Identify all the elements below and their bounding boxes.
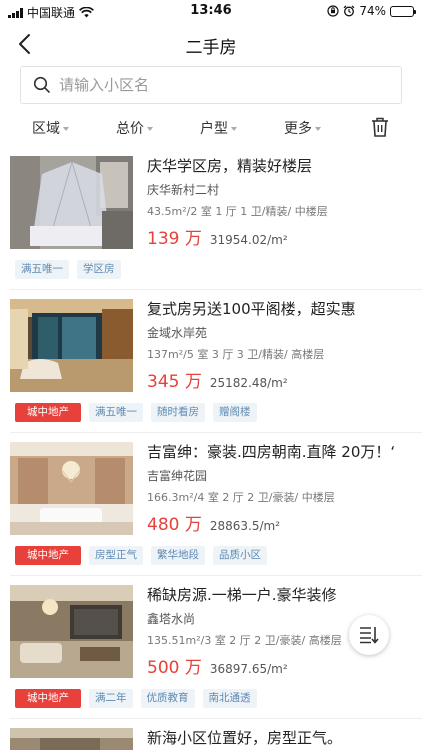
battery-icon bbox=[390, 5, 416, 17]
bedroom-photo bbox=[10, 156, 133, 249]
listing-price-row: 480 万 28863.5/m² bbox=[147, 510, 280, 535]
dropdown-arrow-icon bbox=[63, 127, 69, 131]
agency-tag: 城中地产 bbox=[15, 403, 81, 422]
divider bbox=[10, 289, 422, 290]
listing-tag: 南北通透 bbox=[202, 689, 257, 708]
filter-layout[interactable]: 户型 bbox=[200, 118, 237, 138]
listing-price: 500 万 bbox=[147, 658, 202, 678]
listing-photo bbox=[10, 156, 133, 249]
filter-bar: 区域 总价 户型 更多 bbox=[0, 112, 422, 142]
listing-tag: 繁华地段 bbox=[151, 546, 205, 565]
listing-info: 137m²/5 室 3 厅 3 卫/精装/ 高楼层 bbox=[147, 348, 325, 361]
listing-photo bbox=[10, 299, 133, 392]
listing-tag: 赠阁楼 bbox=[213, 403, 257, 422]
listing-tag: 随时看房 bbox=[151, 403, 205, 422]
living-room-photo bbox=[10, 442, 133, 535]
status-right: 74% bbox=[327, 4, 416, 18]
living-room-photo bbox=[10, 299, 133, 392]
dropdown-arrow-icon bbox=[315, 127, 321, 131]
listing-title: 新海小区位置好，房型正气。 bbox=[147, 729, 343, 747]
battery-percent: 74% bbox=[359, 4, 386, 18]
search-box[interactable] bbox=[20, 66, 402, 104]
listing-info: 135.51m²/3 室 2 厅 2 卫/豪装/ 高楼层 bbox=[147, 634, 342, 647]
listing-title: 复式房另送100平阁楼，超实惠 bbox=[147, 300, 356, 318]
listing-tag: 学区房 bbox=[77, 260, 121, 279]
room-photo bbox=[10, 728, 133, 750]
listing-tag: 优质教育 bbox=[140, 689, 195, 708]
listing-title: 稀缺房源.一梯一户.豪华装修 bbox=[147, 586, 337, 604]
filter-district[interactable]: 区域 bbox=[32, 118, 69, 138]
sort-icon bbox=[360, 627, 379, 644]
agency-tag: 城中地产 bbox=[15, 546, 81, 565]
sort-button[interactable] bbox=[349, 615, 389, 655]
filter-price-label: 总价 bbox=[116, 121, 144, 137]
listing-tag: 品质小区 bbox=[213, 546, 267, 565]
alarm-icon bbox=[343, 5, 355, 17]
listing-photo bbox=[10, 442, 133, 535]
listing-title: 庆华学区房，精装好楼层 bbox=[147, 157, 313, 175]
listing-tag: 满五唯一 bbox=[15, 260, 69, 279]
listing-photo bbox=[10, 585, 133, 678]
listing-community: 吉富绅花园 bbox=[147, 469, 208, 483]
listing-tags: 城中地产 房型正气 繁华地段 品质小区 bbox=[15, 546, 267, 565]
dropdown-arrow-icon bbox=[147, 127, 153, 131]
listing-community: 鑫塔水尚 bbox=[147, 612, 196, 626]
page-title: 二手房 bbox=[185, 38, 237, 58]
listing-info: 166.3m²/4 室 2 厅 2 卫/豪装/ 中楼层 bbox=[147, 491, 335, 504]
divider bbox=[10, 718, 422, 719]
listing-price-row: 500 万 36897.65/m² bbox=[147, 653, 288, 678]
listing-tags: 城中地产 满五唯一 随时看房 赠阁楼 bbox=[15, 403, 257, 422]
listing-photo bbox=[10, 728, 133, 750]
living-room-photo bbox=[10, 585, 133, 678]
listing-community: 金域水岸苑 bbox=[147, 326, 208, 340]
listing-tag: 满二年 bbox=[89, 689, 133, 708]
filter-price[interactable]: 总价 bbox=[116, 118, 153, 138]
search-input[interactable] bbox=[59, 76, 379, 94]
agency-tag: 城中地产 bbox=[15, 689, 81, 708]
listing-community: 庆华新村二村 bbox=[147, 183, 220, 197]
listing-price: 345 万 bbox=[147, 372, 202, 392]
navigation-bar: 二手房 bbox=[0, 22, 422, 66]
filter-more-label: 更多 bbox=[284, 121, 312, 137]
listing-info: 43.5m²/2 室 1 厅 1 卫/精装/ 中楼层 bbox=[147, 205, 328, 218]
search-icon bbox=[33, 76, 50, 93]
listing-price: 139 万 bbox=[147, 229, 202, 249]
dropdown-arrow-icon bbox=[231, 127, 237, 131]
listing-unit-price: 28863.5/m² bbox=[209, 519, 281, 533]
divider bbox=[10, 575, 422, 576]
status-bar: 中国联通 13:46 74% bbox=[0, 0, 422, 22]
listing-title: 吉富绅：豪装.四房朝南.直降 20万！‘ bbox=[147, 443, 396, 461]
orientation-lock-icon bbox=[327, 5, 339, 17]
filter-layout-label: 户型 bbox=[200, 121, 228, 137]
filter-more[interactable]: 更多 bbox=[284, 118, 321, 138]
listing-price: 480 万 bbox=[147, 515, 202, 535]
listing-price-row: 139 万 31954.02/m² bbox=[147, 224, 288, 249]
filter-district-label: 区域 bbox=[32, 121, 60, 137]
listing-tag: 房型正气 bbox=[89, 546, 143, 565]
listing-tags: 城中地产 满二年 优质教育 南北通透 bbox=[15, 689, 257, 708]
listing-unit-price: 36897.65/m² bbox=[209, 662, 288, 676]
listing-tag: 满五唯一 bbox=[89, 403, 143, 422]
divider bbox=[10, 432, 422, 433]
listing-unit-price: 31954.02/m² bbox=[209, 233, 288, 247]
listing-unit-price: 25182.48/m² bbox=[209, 376, 288, 390]
listing-price-row: 345 万 25182.48/m² bbox=[147, 367, 288, 392]
trash-icon[interactable] bbox=[370, 116, 390, 138]
listing-tags: 满五唯一 学区房 bbox=[15, 260, 121, 279]
